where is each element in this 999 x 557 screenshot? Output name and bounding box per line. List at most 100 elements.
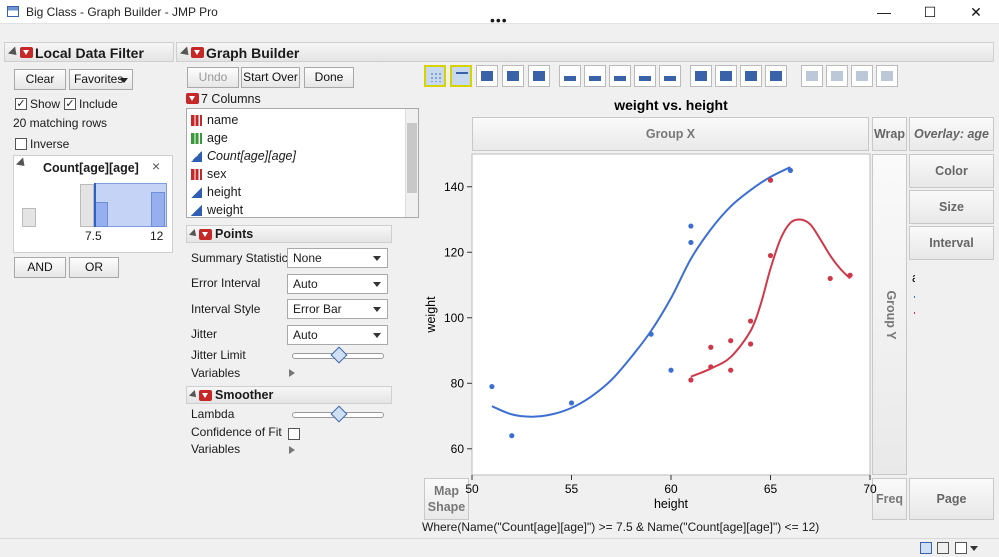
data-point-age-12[interactable] [509, 433, 515, 439]
include-checkbox[interactable]: ✓ [64, 98, 76, 110]
table-icon[interactable] [937, 542, 949, 554]
red-triangle-menu-icon[interactable] [199, 390, 212, 401]
data-point-age-12[interactable] [688, 223, 694, 229]
box-plot-element-icon[interactable] [634, 65, 656, 87]
smoother-variables-disclosure-icon[interactable] [289, 446, 295, 454]
histogram-element-icon[interactable] [659, 65, 681, 87]
smoother-variables-label: Variables [191, 442, 241, 456]
data-point-age-12[interactable] [787, 167, 793, 173]
color-zone[interactable]: Color [909, 154, 994, 188]
contour-element-icon[interactable] [528, 65, 550, 87]
maximize-button[interactable]: ☐ [907, 0, 953, 24]
caption-box-element-icon[interactable] [801, 65, 823, 87]
data-point-age-12[interactable] [688, 239, 694, 246]
home-icon[interactable] [920, 542, 932, 554]
data-point-age-14[interactable] [708, 344, 714, 350]
bar-element-icon[interactable] [584, 65, 606, 87]
red-triangle-menu-icon[interactable] [199, 229, 212, 240]
points-header[interactable]: Points [186, 225, 392, 243]
formula-element-icon[interactable] [826, 65, 848, 87]
map-shapes-element-icon[interactable] [851, 65, 873, 87]
disclosure-icon[interactable] [7, 46, 21, 59]
confidence-of-fit-checkbox[interactable] [288, 428, 300, 440]
columns-menu-icon[interactable] [186, 93, 199, 104]
disclosure-icon[interactable] [189, 390, 199, 400]
range-high-value[interactable]: 12 [150, 229, 163, 243]
red-triangle-menu-icon[interactable] [20, 47, 33, 58]
or-button[interactable]: OR [69, 257, 119, 278]
slider-thumb[interactable] [330, 405, 348, 423]
points-element-icon[interactable] [424, 65, 446, 87]
lambda-slider[interactable] [292, 405, 384, 423]
size-zone[interactable]: Size [909, 190, 994, 224]
data-point-age-14[interactable] [767, 252, 774, 259]
custom-element-icon[interactable] [876, 65, 898, 87]
data-point-age-14[interactable] [728, 338, 734, 344]
range-handle-low[interactable] [94, 183, 96, 227]
disclosure-icon[interactable] [189, 229, 199, 239]
chevron-down-icon[interactable] [970, 546, 978, 551]
undo-button[interactable]: Undo [187, 67, 239, 88]
x-tick-label: 70 [863, 482, 877, 496]
window-list-icon[interactable] [955, 542, 967, 554]
data-point-age-14[interactable] [748, 318, 754, 324]
points-variables-disclosure-icon[interactable] [289, 369, 295, 377]
data-point-age-14[interactable] [688, 377, 694, 383]
clear-button[interactable]: Clear [14, 69, 66, 90]
more-icon[interactable]: ••• [490, 13, 508, 27]
error-interval-select[interactable]: Auto [287, 274, 388, 294]
data-point-age-14[interactable] [847, 272, 853, 278]
remove-filter-icon[interactable]: × [152, 158, 160, 174]
local-data-filter-header[interactable]: Local Data Filter [4, 42, 174, 62]
data-point-age-14[interactable] [767, 177, 774, 183]
toolbar-glyph [664, 71, 676, 81]
line-of-fit-element-icon[interactable] [476, 65, 498, 87]
data-point-age-14[interactable] [728, 367, 734, 373]
overlay-zone[interactable]: Overlay: age [909, 117, 994, 151]
interval-zone[interactable]: Interval [909, 226, 994, 260]
pie-element-icon[interactable] [715, 65, 737, 87]
favorites-button[interactable]: Favorites [69, 69, 133, 90]
inverse-checkbox[interactable] [15, 138, 27, 150]
interval-style-select[interactable]: Error Bar [287, 299, 388, 319]
slider-thumb[interactable] [330, 346, 348, 364]
data-point-age-14[interactable] [708, 364, 714, 370]
toolbar-glyph [430, 72, 442, 82]
graph-chart[interactable]: weight vs. height 50 55 60 65 70 60 80 100 120 140… [415, 90, 915, 530]
red-triangle-menu-icon[interactable] [191, 47, 204, 58]
column-list[interactable]: name age Count[age][age] sex height weight [186, 108, 419, 218]
column-name: age [207, 131, 228, 145]
plot-frame [471, 153, 871, 476]
ordinal-icon [191, 133, 202, 144]
data-point-age-12[interactable] [568, 400, 575, 406]
treemap-element-icon[interactable] [740, 65, 762, 87]
and-button[interactable]: AND [14, 257, 66, 278]
data-point-age-14[interactable] [748, 341, 754, 347]
interval-style-value: Error Bar [293, 302, 342, 316]
show-checkbox[interactable]: ✓ [15, 98, 27, 110]
jitter-limit-slider[interactable] [292, 346, 384, 364]
data-point-age-12[interactable] [668, 367, 674, 373]
summary-statistic-select[interactable]: None [287, 248, 388, 268]
data-point-age-12[interactable] [648, 331, 654, 337]
done-button[interactable]: Done [304, 67, 354, 88]
close-button[interactable]: ✕ [953, 0, 999, 24]
area-element-icon[interactable] [609, 65, 631, 87]
smoother-element-icon[interactable] [450, 65, 472, 87]
minimize-button[interactable]: — [861, 0, 907, 24]
ellipse-element-icon[interactable] [502, 65, 524, 87]
range-low-value[interactable]: 7.5 [85, 229, 102, 243]
jitter-select[interactable]: Auto [287, 325, 388, 345]
smoother-header[interactable]: Smoother [186, 386, 392, 404]
page-zone[interactable]: Page [909, 478, 994, 520]
chevron-down-icon [373, 256, 381, 261]
start-over-button[interactable]: Start Over [241, 67, 300, 88]
data-point-age-14[interactable] [827, 275, 833, 282]
heatmap-element-icon[interactable] [690, 65, 712, 87]
chart-title: weight vs. height [613, 97, 728, 113]
data-point-age-12[interactable] [489, 383, 495, 390]
graph-builder-header[interactable]: Graph Builder [176, 42, 994, 62]
mosaic-element-icon[interactable] [765, 65, 787, 87]
line-element-icon[interactable] [559, 65, 581, 87]
disclosure-icon[interactable] [15, 157, 29, 170]
